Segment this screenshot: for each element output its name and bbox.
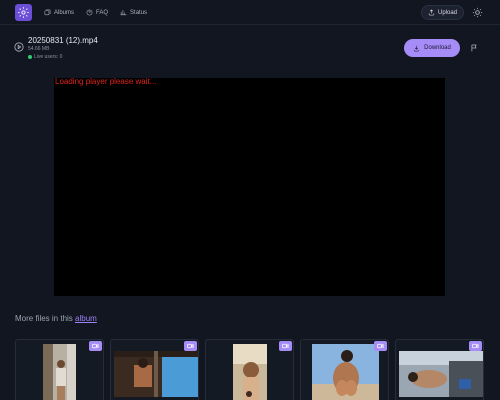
nav-status[interactable]: Status [120,9,147,16]
nav-albums[interactable]: Albums [44,9,74,16]
thumbnail-grid [15,339,485,400]
thumbnail-image [114,351,198,397]
play-circle-icon [14,42,24,52]
nav-faq-label: FAQ [96,9,109,16]
report-flag-icon[interactable] [470,43,479,53]
live-dot-icon [28,55,32,59]
top-header: Albums FAQ Status Upload [0,0,500,25]
thumbnail-image [233,344,267,400]
video-icon [282,343,289,349]
thumbnail-item[interactable] [300,339,389,400]
nav-faq[interactable]: FAQ [86,9,108,16]
video-badge [89,341,102,351]
video-icon [472,343,479,349]
download-button[interactable]: Download [404,39,460,57]
thumbnail-image [312,344,379,400]
site-logo[interactable] [15,4,32,21]
albums-icon [44,9,51,16]
video-badge [374,341,387,351]
theme-toggle-sun-icon[interactable] [472,7,483,18]
status-icon [120,10,127,16]
upload-label: Upload [437,9,457,16]
gear-logo-icon [18,7,29,18]
thumbnail-item[interactable] [15,339,104,400]
main-nav: Albums FAQ Status [44,0,147,25]
video-badge [469,341,482,351]
thumbnail-item[interactable] [205,339,294,400]
more-files-text: More files in this [15,314,73,323]
video-badge [279,341,292,351]
download-icon [414,45,420,51]
player-loading-message: Loading player please wait... [55,77,157,86]
video-icon [187,343,194,349]
video-icon [377,343,384,349]
thumbnail-item[interactable] [110,339,199,400]
nav-albums-label: Albums [54,9,75,16]
thumbnail-item[interactable] [395,339,484,400]
video-player[interactable]: Loading player please wait... [54,77,445,296]
download-label: Download [424,45,451,51]
file-name: 20250831 (12).mp4 [28,36,98,45]
upload-icon [428,9,435,16]
live-users: Live users: 0 [28,54,62,60]
thumbnail-image [43,344,76,400]
video-badge [184,341,197,351]
video-icon [92,343,99,349]
live-users-label: Live users: 0 [34,54,63,60]
thumbnail-image [399,351,483,397]
faq-icon [86,9,93,16]
nav-status-label: Status [130,9,148,16]
album-link[interactable]: album [75,314,97,323]
upload-button[interactable]: Upload [421,5,464,20]
more-files-heading: More files in this album [15,314,97,323]
file-size: 54.66 MB [28,46,50,52]
